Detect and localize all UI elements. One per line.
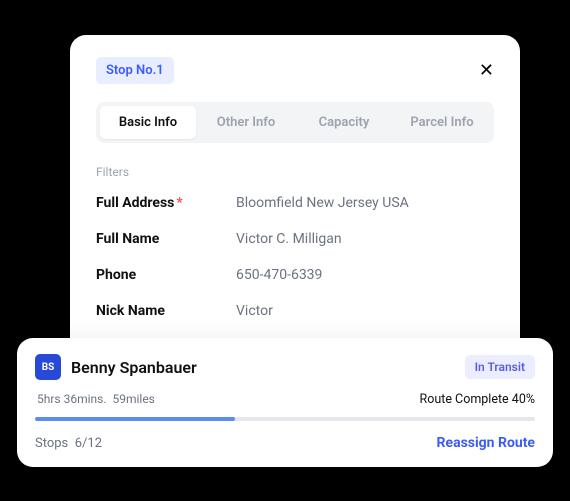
status-badge: In Transit xyxy=(465,355,535,379)
driver-meta: 5hrs 36mins. 59miles Route Complete 40% xyxy=(35,392,535,407)
driver-header: BS Benny Spanbauer In Transit xyxy=(35,354,535,380)
tab-other-info[interactable]: Other Info xyxy=(198,106,294,139)
driver-identity: BS Benny Spanbauer xyxy=(35,354,197,380)
required-asterisk: * xyxy=(176,195,182,211)
field-label: Full Name xyxy=(96,231,236,247)
progress-fill xyxy=(35,417,235,421)
driver-footer: Stops 6/12 Reassign Route xyxy=(35,435,535,451)
field-row-full-name: Full Name Victor C. Milligan xyxy=(96,231,494,247)
field-value: Victor C. Milligan xyxy=(236,231,342,247)
route-complete-label: Route Complete 40% xyxy=(420,392,535,407)
reassign-route-button[interactable]: Reassign Route xyxy=(437,435,535,451)
tab-parcel-info[interactable]: Parcel Info xyxy=(394,106,490,139)
stop-number-chip: Stop No.1 xyxy=(96,57,174,84)
field-label: Phone xyxy=(96,267,236,283)
progress-bar xyxy=(35,417,535,421)
field-row-phone: Phone 650-470-6339 xyxy=(96,267,494,283)
field-value: 650-470-6339 xyxy=(236,267,322,283)
tab-capacity[interactable]: Capacity xyxy=(296,106,392,139)
tab-bar: Basic Info Other Info Capacity Parcel In… xyxy=(96,102,494,143)
modal-header: Stop No.1 ✕ xyxy=(96,57,494,84)
avatar: BS xyxy=(35,354,61,380)
duration-distance: 5hrs 36mins. 59miles xyxy=(37,392,155,407)
driver-name: Benny Spanbauer xyxy=(71,358,197,377)
field-label: Full Address* xyxy=(96,195,236,211)
filters-section-label: Filters xyxy=(96,165,494,179)
field-row-nick-name: Nick Name Victor xyxy=(96,303,494,319)
field-label: Nick Name xyxy=(96,303,236,319)
close-icon[interactable]: ✕ xyxy=(479,62,494,80)
stops-count: Stops 6/12 xyxy=(35,436,102,451)
tab-basic-info[interactable]: Basic Info xyxy=(100,106,196,139)
driver-route-card: BS Benny Spanbauer In Transit 5hrs 36min… xyxy=(17,338,553,467)
field-value: Bloomfield New Jersey USA xyxy=(236,195,409,211)
field-row-full-address: Full Address* Bloomfield New Jersey USA xyxy=(96,195,494,211)
field-value: Victor xyxy=(236,303,273,319)
